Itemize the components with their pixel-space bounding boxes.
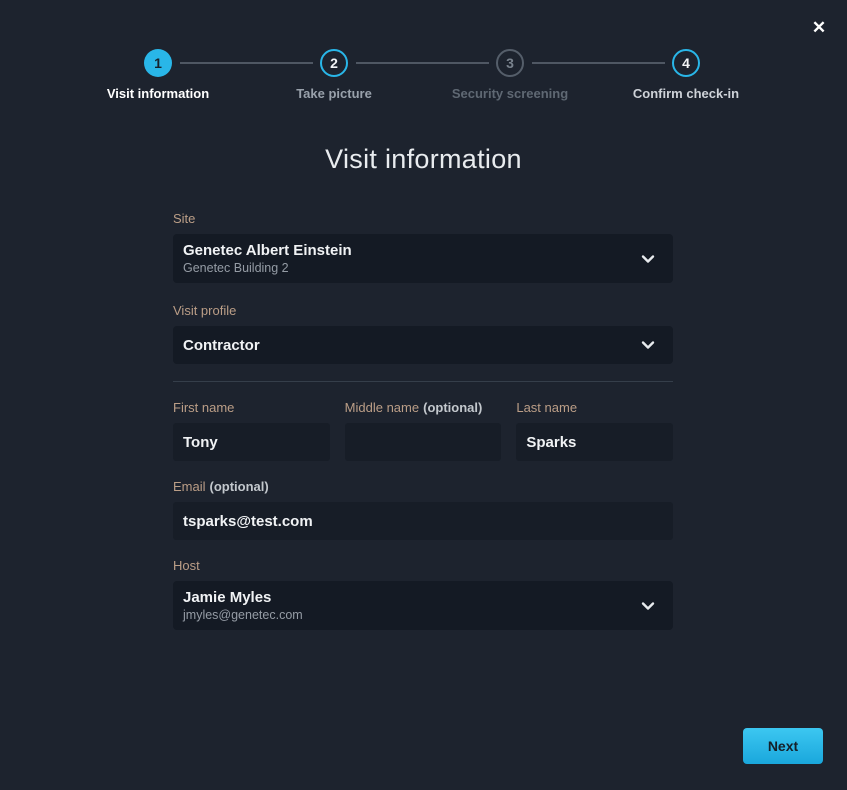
host-label: Host (173, 558, 673, 573)
site-label: Site (173, 211, 673, 226)
chevron-down-icon (640, 251, 656, 267)
step-take-picture[interactable]: 2 Take picture (246, 49, 422, 101)
next-button[interactable]: Next (743, 728, 823, 764)
site-dropdown[interactable]: Genetec Albert Einstein Genetec Building… (173, 234, 673, 283)
last-name-label: Last name (516, 400, 673, 415)
site-selected-subvalue: Genetec Building 2 (183, 260, 352, 276)
step-label: Security screening (452, 86, 568, 101)
chevron-down-icon (640, 337, 656, 353)
step-number-badge: 3 (496, 49, 524, 77)
host-dropdown[interactable]: Jamie Myles jmyles@genetec.com (173, 581, 673, 630)
step-label: Visit information (107, 86, 209, 101)
close-icon: ✕ (812, 18, 826, 38)
step-connector (532, 62, 665, 64)
site-selected-value: Genetec Albert Einstein (183, 241, 352, 260)
close-button[interactable]: ✕ (805, 14, 833, 42)
optional-tag: (optional) (210, 479, 269, 494)
first-name-label: First name (173, 400, 330, 415)
page-title: Visit information (0, 144, 847, 175)
step-visit-information[interactable]: 1 Visit information (70, 49, 246, 101)
last-name-input[interactable] (516, 423, 673, 461)
step-number-badge: 1 (144, 49, 172, 77)
email-input[interactable] (173, 502, 673, 540)
chevron-down-icon (640, 598, 656, 614)
step-number-badge: 2 (320, 49, 348, 77)
checkin-stepper: 1 Visit information 2 Take picture 3 Sec… (70, 49, 774, 105)
email-label: Email (optional) (173, 479, 673, 494)
step-security-screening: 3 Security screening (422, 49, 598, 101)
visit-profile-selected-value: Contractor (183, 336, 260, 355)
optional-tag: (optional) (423, 400, 482, 415)
step-label: Take picture (296, 86, 372, 101)
step-label: Confirm check-in (633, 86, 739, 101)
section-divider (173, 381, 673, 382)
visit-profile-dropdown[interactable]: Contractor (173, 326, 673, 364)
host-selected-value: Jamie Myles (183, 588, 303, 607)
middle-name-input[interactable] (345, 423, 502, 461)
step-connector (356, 62, 489, 64)
step-confirm-check-in[interactable]: 4 Confirm check-in (598, 49, 774, 101)
step-connector (180, 62, 313, 64)
step-number-badge: 4 (672, 49, 700, 77)
first-name-input[interactable] (173, 423, 330, 461)
visit-profile-label: Visit profile (173, 303, 673, 318)
host-selected-subvalue: jmyles@genetec.com (183, 607, 303, 623)
visit-information-form: Site Genetec Albert Einstein Genetec Bui… (173, 211, 673, 630)
middle-name-label: Middle name (optional) (345, 400, 502, 415)
